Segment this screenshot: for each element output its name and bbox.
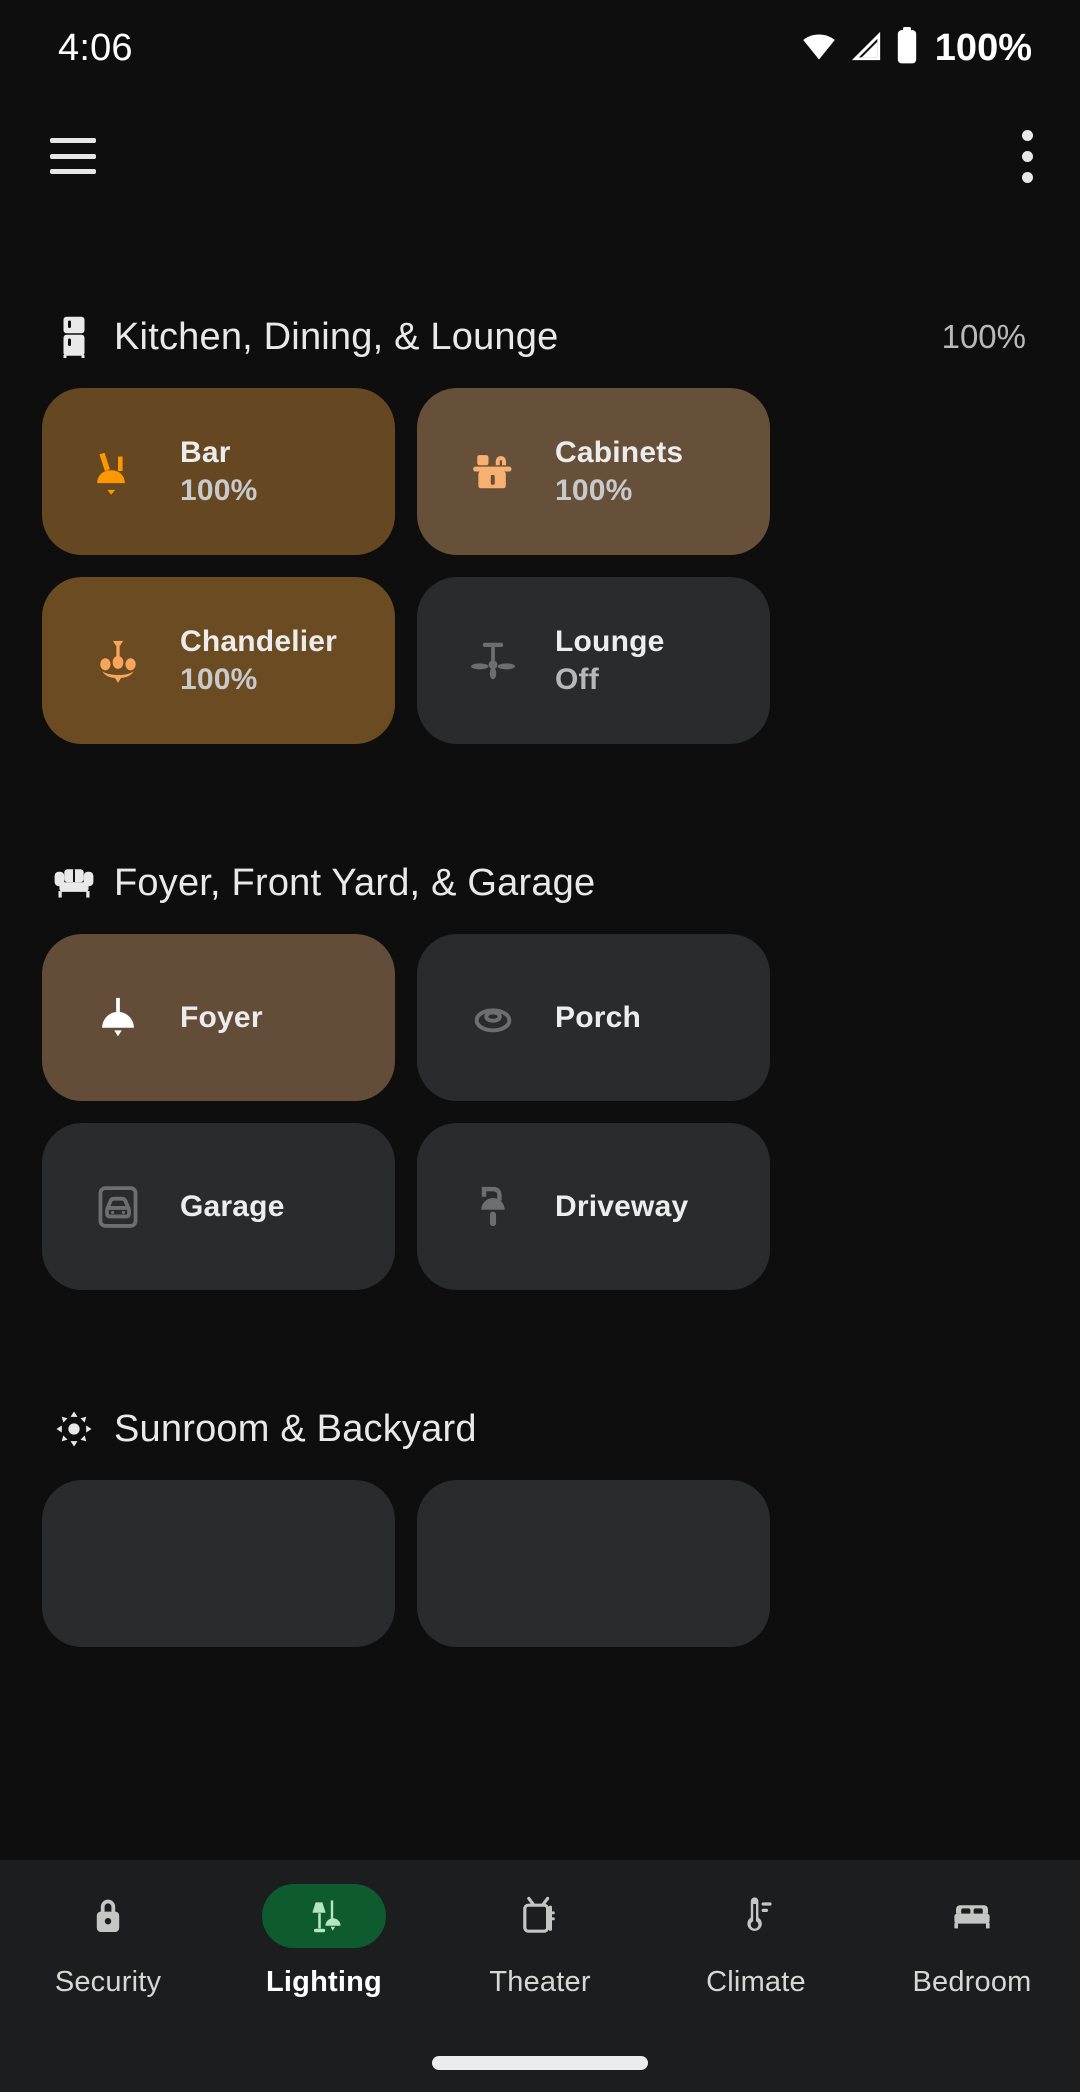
nav-label: Theater bbox=[489, 1966, 591, 1998]
lock-icon bbox=[96, 1899, 120, 1932]
nav-item-lighting[interactable]: Lighting bbox=[216, 1884, 432, 1999]
tile-name: Chandelier bbox=[180, 624, 338, 658]
battery-percent: 100% bbox=[934, 26, 1032, 69]
tile-state: 100% bbox=[555, 473, 633, 507]
section-percent: 100% bbox=[941, 318, 1026, 355]
section-header[interactable]: Sunroom & Backyard bbox=[42, 1400, 1038, 1458]
outdoor-lamp-icon bbox=[461, 1179, 525, 1235]
status-bar: 4:06 100% bbox=[0, 0, 1080, 96]
television-icon bbox=[523, 1896, 555, 1933]
tile-grid: Bar 100% Cabinets 100% Chandelier 100% L… bbox=[42, 388, 1038, 744]
tile-garage[interactable]: Garage bbox=[42, 1123, 395, 1290]
bottom-navigation: Security Lighting Theater Climate Bedroo… bbox=[0, 1860, 1080, 2092]
tile-state: Off bbox=[555, 662, 599, 696]
tile-label-group: Lounge Off bbox=[555, 625, 665, 697]
sofa-icon bbox=[52, 861, 96, 905]
tile-driveway[interactable]: Driveway bbox=[417, 1123, 770, 1290]
nav-label: Bedroom bbox=[912, 1966, 1032, 1998]
bed-icon bbox=[954, 1905, 990, 1929]
under-cabinet-light-icon bbox=[461, 445, 525, 499]
tile-state: 100% bbox=[180, 473, 258, 507]
nav-pill bbox=[910, 1884, 1034, 1948]
tile-name: Porch bbox=[555, 1000, 642, 1034]
nav-pill bbox=[46, 1884, 170, 1948]
wall-sconce-light-icon bbox=[86, 443, 150, 501]
tile-label-group: Driveway bbox=[555, 1190, 688, 1224]
tile-name: Bar bbox=[180, 435, 231, 469]
nav-item-theater[interactable]: Theater bbox=[432, 1884, 648, 1999]
tile-chandelier[interactable]: Chandelier 100% bbox=[42, 577, 395, 744]
chandelier-icon bbox=[86, 633, 150, 689]
tile-name: Garage bbox=[180, 1189, 285, 1223]
tile-grid bbox=[42, 1480, 1038, 1647]
wifi-icon bbox=[801, 28, 837, 69]
tile-porch[interactable]: Porch bbox=[417, 934, 770, 1101]
lighting-dashboard: Kitchen, Dining, & Lounge 100% Bar 100% bbox=[0, 216, 1080, 2092]
nav-pill bbox=[694, 1884, 818, 1948]
ceiling-light-icon bbox=[461, 990, 525, 1046]
status-time: 4:06 bbox=[58, 26, 133, 69]
nav-pill bbox=[262, 1884, 386, 1948]
tile-foyer[interactable]: Foyer bbox=[42, 934, 395, 1101]
section-foyer-front-yard-garage: Foyer, Front Yard, & Garage Foyer Porch … bbox=[42, 854, 1038, 1290]
nav-item-bedroom[interactable]: Bedroom bbox=[864, 1884, 1080, 1999]
section-header[interactable]: Foyer, Front Yard, & Garage bbox=[42, 854, 1038, 912]
tile-name: Driveway bbox=[555, 1189, 689, 1223]
hamburger-menu-icon[interactable] bbox=[50, 138, 96, 174]
section-title: Sunroom & Backyard bbox=[114, 1407, 477, 1450]
tile-label-group: Cabinets 100% bbox=[555, 436, 683, 508]
tile-sunroom-partial-1[interactable] bbox=[42, 1480, 395, 1647]
sun-brightness-icon bbox=[52, 1407, 96, 1451]
nav-pill bbox=[478, 1884, 602, 1948]
refrigerator-icon bbox=[52, 315, 96, 359]
tile-state: 100% bbox=[180, 662, 258, 696]
overflow-menu-icon[interactable] bbox=[1020, 126, 1034, 186]
tile-sunroom-partial-2[interactable] bbox=[417, 1480, 770, 1647]
tile-label-group: Bar 100% bbox=[180, 436, 258, 508]
nav-item-security[interactable]: Security bbox=[0, 1884, 216, 1999]
tile-label-group: Garage bbox=[180, 1190, 285, 1224]
tile-name: Foyer bbox=[180, 1000, 263, 1034]
tile-bar[interactable]: Bar 100% bbox=[42, 388, 395, 555]
pendant-light-icon bbox=[86, 990, 150, 1046]
section-title: Foyer, Front Yard, & Garage bbox=[114, 861, 596, 904]
section-title: Kitchen, Dining, & Lounge bbox=[114, 315, 559, 358]
section-header[interactable]: Kitchen, Dining, & Lounge 100% bbox=[42, 308, 1038, 366]
section-kitchen-dining-lounge: Kitchen, Dining, & Lounge 100% Bar 100% bbox=[42, 308, 1038, 744]
home-indicator[interactable] bbox=[432, 2056, 648, 2070]
nav-label: Security bbox=[54, 1966, 162, 1998]
nav-label: Lighting bbox=[266, 1966, 382, 1998]
garage-door-icon bbox=[86, 1180, 150, 1234]
tile-name: Lounge bbox=[555, 624, 665, 658]
ceiling-fan-icon bbox=[461, 633, 525, 689]
cellular-signal-icon bbox=[849, 29, 883, 68]
thermometer-icon bbox=[747, 1897, 772, 1931]
tile-grid: Foyer Porch Garage Driveway bbox=[42, 934, 1038, 1290]
battery-icon bbox=[895, 26, 919, 70]
nav-label: Climate bbox=[706, 1966, 806, 1998]
tile-label-group: Porch bbox=[555, 1001, 641, 1035]
section-sunroom-backyard: Sunroom & Backyard bbox=[42, 1400, 1038, 1647]
app-bar bbox=[0, 96, 1080, 216]
lamp-icon bbox=[312, 1900, 341, 1933]
tile-label-group: Foyer bbox=[180, 1001, 263, 1035]
tile-cabinets[interactable]: Cabinets 100% bbox=[417, 388, 770, 555]
status-indicators: 100% bbox=[801, 26, 1032, 70]
tile-name: Cabinets bbox=[555, 435, 684, 469]
tile-lounge[interactable]: Lounge Off bbox=[417, 577, 770, 744]
nav-item-climate[interactable]: Climate bbox=[648, 1884, 864, 1999]
tile-label-group: Chandelier 100% bbox=[180, 625, 337, 697]
